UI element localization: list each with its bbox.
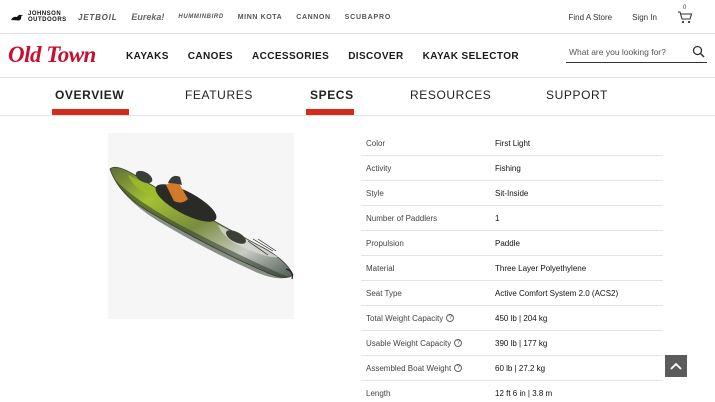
brand-eureka-label: Eureka! — [131, 12, 165, 22]
product-image — [108, 133, 294, 319]
nav-accessories[interactable]: ACCESSORIES — [252, 51, 329, 62]
utility-links: Find A Store Sign In 0 — [549, 0, 694, 34]
brand-johnson-label: JOHNSON OUTDOORS — [28, 11, 67, 23]
specs-table: Color First Light Activity Fishing Style… — [361, 131, 663, 402]
spec-label: Total Weight Capacity? — [361, 314, 495, 323]
spec-row-total-weight-capacity: Total Weight Capacity? 450 lb | 204 kg — [361, 306, 663, 331]
tab-overview-underline — [52, 109, 129, 115]
spec-value: Active Comfort System 2.0 (ACS2) — [495, 288, 619, 298]
primary-nav: KAYAKS CANOES ACCESSORIES DISCOVER KAYAK… — [126, 34, 538, 78]
tab-support[interactable]: SUPPORT — [546, 88, 608, 102]
tab-specs-underline — [306, 109, 354, 115]
old-town-logo[interactable]: Old Town — [8, 42, 96, 68]
spec-value: 12 ft 6 in | 3.8 m — [495, 388, 553, 398]
cart-count: 0 — [683, 5, 687, 11]
spec-label-text: Propulsion — [366, 238, 404, 248]
back-to-top-button[interactable] — [665, 355, 687, 377]
help-icon[interactable]: ? — [454, 364, 463, 372]
spec-label: Number of Paddlers — [361, 214, 495, 223]
nav-kayaks[interactable]: KAYAKS — [126, 51, 169, 62]
nav-kayak-selector[interactable]: KAYAK SELECTOR — [423, 51, 519, 62]
search-bar — [566, 41, 707, 63]
spec-label-text: Usable Weight Capacity — [366, 338, 452, 348]
search-input[interactable] — [566, 46, 686, 57]
spec-label-text: Activity — [366, 163, 392, 173]
spec-label-text: Material — [366, 263, 395, 273]
spec-row-number-of-paddlers: Number of Paddlers 1 — [361, 206, 663, 231]
nav-discover[interactable]: DISCOVER — [348, 51, 403, 62]
spec-label-text: Total Weight Capacity — [366, 313, 444, 323]
spec-value: Three Layer Polyethylene — [495, 263, 587, 273]
nav-canoes[interactable]: CANOES — [188, 51, 233, 62]
spec-label: Style — [361, 189, 495, 198]
spec-label: Length — [361, 389, 495, 398]
brand-link-cannon[interactable]: CANNON — [296, 14, 330, 21]
tab-resources[interactable]: RESOURCES — [410, 88, 491, 102]
brand-scubapro-label: SCUBAPRO — [344, 13, 392, 21]
spec-label-text: Assembled Boat Weight — [366, 363, 452, 373]
spec-row-assembled-boat-weight: Assembled Boat Weight? 60 lb | 27.2 kg — [361, 356, 663, 381]
spec-value: Fishing — [495, 163, 521, 173]
spec-row-propulsion: Propulsion Paddle — [361, 231, 663, 256]
spec-row-material: Material Three Layer Polyethylene — [361, 256, 663, 281]
spec-label: Material — [361, 264, 495, 273]
brand-link-minnkota[interactable]: MINN KOTA — [238, 14, 283, 21]
spec-label: Color — [361, 139, 495, 148]
spec-value: 390 lb | 177 kg — [495, 338, 548, 348]
cart-icon — [678, 11, 693, 24]
spec-row-length: Length 12 ft 6 in | 3.8 m — [361, 381, 663, 402]
brand-minnkota-label: MINN KOTA — [237, 13, 283, 21]
duck-logo-icon — [11, 14, 23, 20]
spec-row-color: Color First Light — [361, 131, 663, 156]
spec-value: 1 — [495, 213, 500, 223]
spec-label-text: Style — [366, 188, 384, 198]
find-store-link[interactable]: Find A Store — [569, 13, 613, 22]
help-icon[interactable]: ? — [454, 339, 463, 347]
product-tabs: OVERVIEW FEATURES SPECS RESOURCES SUPPOR… — [0, 79, 715, 116]
spec-label-text: Number of Paddlers — [366, 213, 438, 223]
brand-link-eureka[interactable]: Eureka! — [131, 12, 164, 22]
brand-link-johnson[interactable]: JOHNSON OUTDOORS — [10, 11, 67, 23]
spec-value: Sit-Inside — [495, 188, 529, 198]
logo-text: Old Town — [8, 42, 96, 67]
spec-row-usable-weight-capacity: Usable Weight Capacity? 390 lb | 177 kg — [361, 331, 663, 356]
main-navigation: Old Town KAYAKS CANOES ACCESSORIES DISCO… — [0, 34, 715, 78]
spec-value: First Light — [495, 138, 531, 148]
spec-label: Usable Weight Capacity? — [361, 339, 495, 348]
brand-link-jetboil[interactable]: JETBOIL — [78, 13, 117, 22]
brand-jetboil-label: JETBOIL — [78, 12, 118, 22]
brand-cannon-label: CANNON — [296, 13, 331, 21]
spec-label: Propulsion — [361, 239, 495, 248]
brand-links: JOHNSON OUTDOORS JETBOIL Eureka! HUMMINB… — [10, 0, 405, 34]
cart-button[interactable]: 0 — [677, 5, 693, 24]
kayak-image — [109, 166, 294, 280]
spec-row-seat-type: Seat Type Active Comfort System 2.0 (ACS… — [361, 281, 663, 306]
spec-row-style: Style Sit-Inside — [361, 181, 663, 206]
spec-row-activity: Activity Fishing — [361, 156, 663, 181]
brand-link-humminbird[interactable]: HUMMINBIRD — [178, 14, 223, 20]
spec-label: Assembled Boat Weight? — [361, 364, 495, 373]
tab-overview[interactable]: OVERVIEW — [55, 88, 124, 102]
spec-label: Seat Type — [361, 289, 495, 298]
help-icon[interactable]: ? — [446, 314, 455, 322]
chevron-up-icon — [670, 362, 682, 370]
spec-label: Activity — [361, 164, 495, 173]
spec-value: Paddle — [495, 238, 520, 248]
tab-specs[interactable]: SPECS — [310, 88, 354, 102]
spec-value: 60 lb | 27.2 kg — [495, 363, 546, 373]
spec-value: 450 lb | 204 kg — [495, 313, 548, 323]
brand-link-scubapro[interactable]: SCUBAPRO — [345, 14, 391, 21]
tab-features[interactable]: FEATURES — [185, 88, 253, 102]
brand-humminbird-label: HUMMINBIRD — [178, 14, 224, 20]
search-icon[interactable] — [692, 45, 705, 58]
spec-label-text: Length — [366, 388, 391, 398]
spec-label-text: Color — [366, 138, 386, 148]
sign-in-link[interactable]: Sign In — [632, 13, 657, 22]
brand-bar: JOHNSON OUTDOORS JETBOIL Eureka! HUMMINB… — [0, 0, 715, 34]
spec-label-text: Seat Type — [366, 288, 402, 298]
